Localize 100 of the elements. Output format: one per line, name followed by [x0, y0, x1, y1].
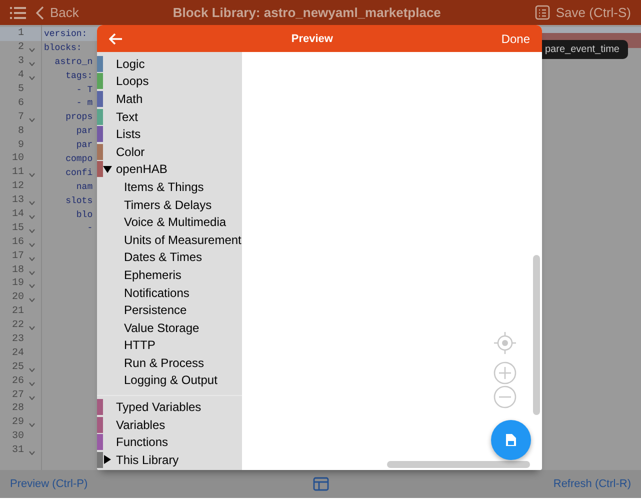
fold-icon[interactable]: [29, 396, 35, 400]
line-number: 21: [10, 306, 24, 318]
toolbox-category[interactable]: Color: [97, 142, 242, 161]
toolbox-category[interactable]: Math: [97, 90, 242, 108]
fold-icon[interactable]: [29, 228, 35, 233]
document-icon: [505, 433, 517, 447]
line-number: 30: [10, 431, 24, 442]
line-number: 7: [16, 112, 24, 123]
line-number: 6: [16, 98, 24, 109]
code-line: nam: [75, 182, 93, 192]
code-line: props: [64, 112, 93, 122]
chevron-left-icon: [36, 6, 44, 20]
line-number: 24: [10, 348, 24, 359]
line-number: 13: [10, 195, 24, 206]
menu-icon[interactable]: [10, 6, 26, 18]
line-number: 22: [10, 320, 24, 332]
layout-icon[interactable]: [312, 477, 328, 491]
toolbox-subcategory[interactable]: Value Storage: [97, 318, 242, 336]
toolbox-category[interactable]: Text: [97, 108, 242, 126]
fold-icon[interactable]: [29, 215, 35, 220]
code-line: - T: [75, 84, 93, 94]
line-number: 25: [10, 362, 24, 373]
code-line: tags:: [64, 70, 93, 81]
line-number: 1: [16, 28, 24, 40]
toolbox-category[interactable]: Logic: [97, 55, 242, 73]
fold-icon[interactable]: [29, 201, 35, 206]
list-icon: [534, 5, 550, 20]
fold-icon[interactable]: [29, 62, 35, 66]
fold-icon[interactable]: [29, 242, 35, 247]
line-number: 29: [10, 417, 24, 428]
code-line: - m: [75, 98, 93, 108]
expand-triangle-icon[interactable]: [103, 164, 113, 174]
toolbox-subcategory[interactable]: Notifications: [97, 284, 242, 302]
line-number: 10: [10, 153, 24, 164]
toolbox-category[interactable]: Functions: [97, 433, 242, 452]
line-number: 15: [10, 222, 24, 234]
line-number: 5: [16, 84, 24, 95]
code-line: par: [75, 140, 93, 150]
toolbox-subcategory[interactable]: HTTP: [97, 336, 242, 354]
line-number: 27: [10, 390, 24, 401]
toolbox-subcategory[interactable]: Persistence: [97, 301, 242, 319]
toolbox-category[interactable]: Loops: [97, 72, 242, 90]
toolbox-subcategory[interactable]: Voice & Multimedia: [97, 213, 242, 231]
line-number: 11: [10, 167, 24, 178]
vertical-scrollbar[interactable]: [533, 255, 540, 415]
fold-icon[interactable]: [29, 118, 35, 122]
toolbox-subcategory[interactable]: Units of Measurement: [97, 230, 242, 249]
zoom-in-icon[interactable]: [493, 361, 517, 385]
dialog-title: Preview: [290, 32, 334, 44]
toolbox-category[interactable]: Typed Variables: [97, 398, 242, 416]
code-line: astro_n: [54, 56, 93, 67]
save-button[interactable]: Save (Ctrl-S): [534, 5, 631, 20]
line-number: 28: [10, 403, 24, 414]
code-line: blo: [75, 210, 93, 220]
line-number: 23: [10, 334, 24, 346]
toolbox-category[interactable]: openHAB: [97, 160, 242, 178]
fold-icon[interactable]: [29, 326, 35, 330]
page-title: Block Library: astro_newyaml_marketplace: [172, 5, 442, 20]
fold-icon[interactable]: [29, 76, 35, 80]
toolbox-subcategory[interactable]: Ephemeris: [97, 266, 242, 284]
code-line: confi: [64, 168, 93, 178]
fold-icon[interactable]: [29, 382, 35, 386]
code-line: version:: [44, 28, 88, 39]
line-number: 2: [16, 42, 24, 54]
line-number: 20: [10, 292, 24, 304]
line-number: 12: [10, 181, 24, 192]
toolbox-category[interactable]: Variables: [97, 416, 242, 434]
done-button[interactable]: Done: [501, 32, 530, 46]
code-line: slots: [64, 196, 93, 206]
fold-icon[interactable]: [29, 270, 35, 275]
toolbox-subcategory[interactable]: Run & Process: [97, 354, 242, 372]
toolbox-subcategory[interactable]: Dates & Times: [97, 248, 242, 266]
expand-triangle-icon[interactable]: [103, 455, 113, 464]
toolbox-subcategory[interactable]: Logging & Output: [97, 372, 242, 390]
line-number: 17: [10, 250, 24, 262]
toolbox-category[interactable]: This Library: [97, 451, 242, 469]
fold-icon[interactable]: [29, 423, 35, 428]
back-button[interactable]: Back: [36, 5, 79, 20]
toolbox-category[interactable]: Lists: [97, 125, 242, 143]
line-number: 18: [10, 264, 24, 276]
line-number: 19: [10, 278, 24, 290]
fold-icon[interactable]: [29, 256, 35, 261]
toolbox-subcategory[interactable]: Timers & Delays: [97, 196, 242, 214]
document-fab[interactable]: [491, 420, 531, 460]
fold-icon[interactable]: [29, 284, 35, 288]
toolbox-subcategory[interactable]: Items & Things: [97, 178, 242, 196]
fold-icon[interactable]: [29, 298, 35, 302]
fold-icon[interactable]: [29, 368, 35, 372]
line-number: 26: [10, 376, 24, 387]
fold-icon[interactable]: [29, 173, 35, 178]
code-line: blocks:: [44, 42, 82, 53]
line-number: 16: [10, 236, 24, 248]
fold-icon[interactable]: [29, 451, 35, 456]
back-arrow-icon[interactable]: [109, 32, 123, 44]
line-number: 4: [16, 70, 24, 82]
line-number: 9: [16, 140, 24, 151]
zoom-out-icon[interactable]: [493, 385, 517, 409]
recenter-icon[interactable]: [494, 332, 516, 354]
fold-icon[interactable]: [29, 48, 35, 52]
horizontal-scrollbar[interactable]: [387, 461, 530, 468]
